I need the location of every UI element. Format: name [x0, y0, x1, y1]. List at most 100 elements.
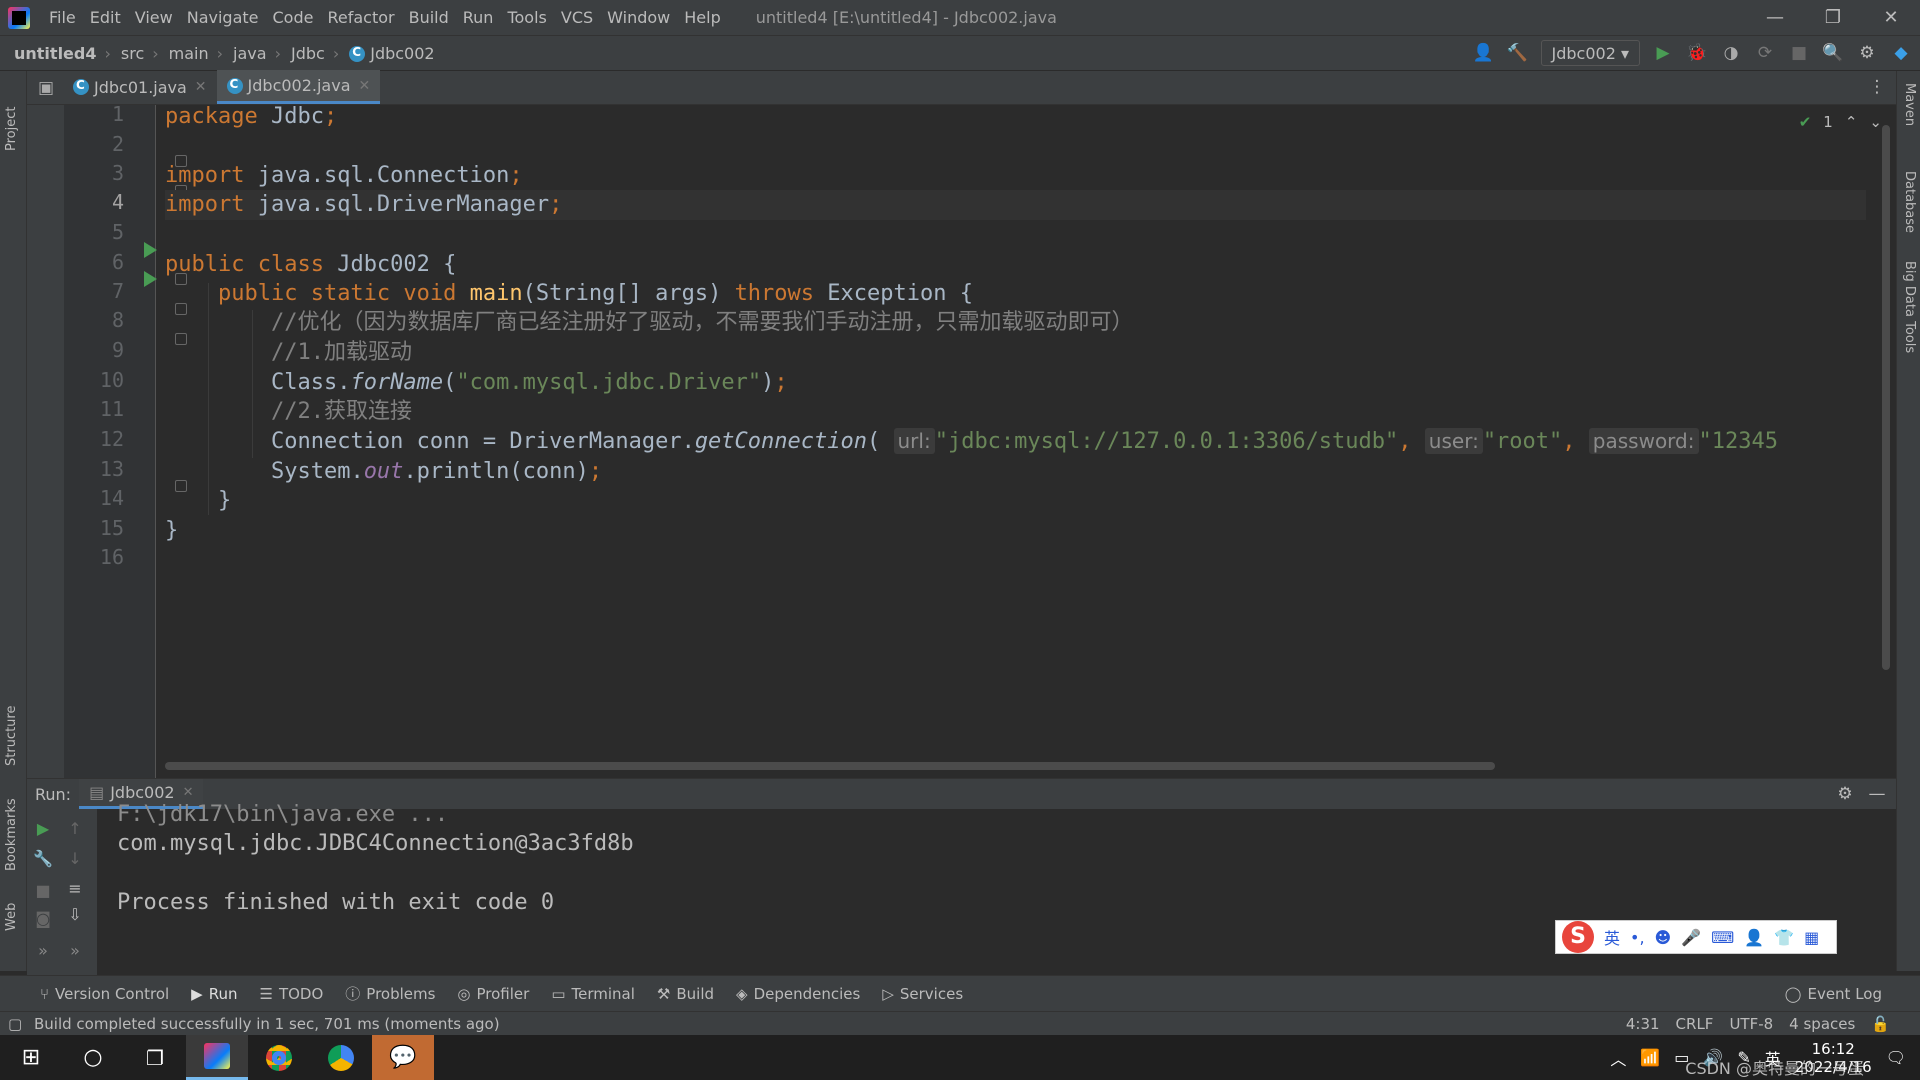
run-settings-gear-icon[interactable]: ⚙	[1834, 783, 1856, 805]
lock-icon[interactable]: 🔓	[1871, 1015, 1890, 1033]
big-data-tools-button[interactable]: Big Data Tools	[1902, 261, 1917, 353]
stop-icon[interactable]: ■	[1788, 42, 1810, 64]
menu-refactor[interactable]: Refactor	[320, 8, 401, 27]
menu-tools[interactable]: Tools	[500, 8, 553, 27]
chevron-down-icon[interactable]: ⌄	[1869, 113, 1882, 131]
menu-window[interactable]: Window	[600, 8, 677, 27]
bookmarks-tool-button[interactable]: Bookmarks	[4, 798, 19, 871]
taskbar-intellij[interactable]	[186, 1035, 248, 1080]
vertical-scrollbar[interactable]	[1882, 125, 1890, 670]
minimize-button[interactable]: —	[1746, 0, 1804, 35]
tab-jdbc01[interactable]: Jdbc01.java ✕	[63, 70, 217, 104]
maven-tool-button[interactable]: Maven	[1902, 83, 1917, 126]
tray-chevron-up-icon[interactable]: ︿	[1610, 1046, 1626, 1070]
run-configuration-select[interactable]: Jdbc002 ▾	[1540, 40, 1640, 66]
soft-wrap-icon[interactable]: ≡	[65, 879, 85, 899]
ime-language[interactable]: 英	[1604, 925, 1620, 949]
hide-panel-icon[interactable]: —	[1866, 783, 1888, 805]
menu-navigate[interactable]: Navigate	[180, 8, 266, 27]
scroll-down-icon[interactable]: ↓	[65, 849, 85, 869]
breadcrumb-project[interactable]: untitled4	[0, 44, 100, 63]
microphone-icon[interactable]: 🎤	[1681, 928, 1701, 947]
structure-tool-button[interactable]: Structure	[4, 706, 19, 766]
debug-icon[interactable]: 🐞	[1686, 42, 1708, 64]
menu-run[interactable]: Run	[456, 8, 501, 27]
run-class-icon[interactable]	[144, 242, 157, 258]
services-button[interactable]: ▷ Services	[882, 985, 963, 1003]
close-window-button[interactable]: ✕	[1862, 0, 1920, 35]
taskbar-wechat[interactable]: 💬	[372, 1035, 434, 1080]
breadcrumb-class[interactable]: Jdbc002	[339, 44, 438, 63]
toolbox-icon[interactable]: ◆	[1890, 42, 1912, 64]
chevron-up-icon[interactable]: ⌃	[1845, 113, 1858, 131]
notification-icon[interactable]: 🗨	[1886, 1048, 1906, 1067]
caret-position[interactable]: 4:31	[1626, 1015, 1660, 1033]
user-icon[interactable]: 👤	[1744, 928, 1764, 947]
version-control-button[interactable]: ⑂ Version Control	[40, 985, 169, 1003]
taskbar-chrome[interactable]	[248, 1035, 310, 1080]
todo-button[interactable]: ☰ TODO	[259, 985, 323, 1003]
restore-button[interactable]: ❐	[1804, 0, 1862, 35]
profile-icon[interactable]: ⟳	[1754, 42, 1776, 64]
keyboard-icon[interactable]: ⌨	[1711, 928, 1734, 947]
run-main-icon[interactable]	[144, 271, 157, 287]
breadcrumb-java[interactable]: java	[223, 44, 271, 63]
menu-edit[interactable]: Edit	[83, 8, 128, 27]
search-button[interactable]: ○	[62, 1035, 124, 1080]
settings-gear-icon[interactable]: ⚙	[1856, 42, 1878, 64]
menu-view[interactable]: View	[128, 8, 180, 27]
breadcrumb-jdbc[interactable]: Jdbc	[281, 44, 329, 63]
menu-vcs[interactable]: VCS	[554, 8, 600, 27]
stop-icon[interactable]: ■	[33, 881, 53, 901]
dependencies-button[interactable]: ◈ Dependencies	[736, 985, 860, 1003]
problems-button[interactable]: ⓘ Problems	[345, 983, 435, 1004]
project-tool-button[interactable]: Project	[4, 107, 19, 151]
line-separator[interactable]: CRLF	[1676, 1015, 1714, 1033]
web-tool-button[interactable]: Web	[4, 903, 19, 931]
menu-build[interactable]: Build	[402, 8, 456, 27]
punctuation-icon[interactable]: •,	[1630, 928, 1645, 947]
terminal-button[interactable]: ▭ Terminal	[551, 985, 635, 1003]
project-view-icon[interactable]: ▣	[35, 77, 57, 99]
menu-help[interactable]: Help	[677, 8, 727, 27]
horizontal-scrollbar[interactable]	[165, 762, 1495, 770]
search-icon[interactable]: 🔍	[1822, 42, 1844, 64]
status-toggle-icon[interactable]: ▢	[8, 1015, 22, 1033]
more-icon[interactable]: »	[33, 941, 53, 961]
wrench-icon[interactable]: 🔧	[33, 849, 53, 869]
profiler-button[interactable]: ◎ Profiler	[457, 985, 529, 1003]
scroll-to-end-icon[interactable]: ⇩	[65, 905, 85, 925]
file-encoding[interactable]: UTF-8	[1729, 1015, 1773, 1033]
task-view-button[interactable]: ❐	[124, 1035, 186, 1080]
close-tab-icon[interactable]: ✕	[359, 78, 371, 94]
inspection-widget[interactable]: ✔ 1 ⌃ ⌄	[1799, 113, 1882, 131]
database-tool-button[interactable]: Database	[1902, 171, 1917, 233]
breadcrumb-main[interactable]: main	[159, 44, 213, 63]
camera-icon[interactable]: ◙	[33, 909, 53, 929]
menu-code[interactable]: Code	[266, 8, 321, 27]
tab-jdbc002[interactable]: Jdbc002.java ✕	[216, 70, 381, 104]
start-button[interactable]: ⊞	[0, 1035, 62, 1080]
close-tab-icon[interactable]: ✕	[183, 785, 194, 800]
more-icon[interactable]: »	[65, 941, 85, 961]
coverage-icon[interactable]: ◑	[1720, 42, 1742, 64]
skin-shirt-icon[interactable]: 👕	[1774, 928, 1794, 947]
taskbar-chrome-2[interactable]	[310, 1035, 372, 1080]
ime-toolbar[interactable]: S 英 •, ☻ 🎤 ⌨ 👤 👕 ▦	[1555, 920, 1837, 954]
code-editor[interactable]: 1 2 3 4 5 6 7 8 9 10 11 12 13 14 15 16 p…	[27, 102, 1896, 778]
run-tool-button[interactable]: ▶ Run	[191, 985, 237, 1003]
build-button[interactable]: ⚒ Build	[657, 985, 714, 1003]
user-icon[interactable]: 👤	[1473, 42, 1495, 64]
indent-setting[interactable]: 4 spaces	[1789, 1015, 1855, 1033]
close-tab-icon[interactable]: ✕	[195, 79, 207, 95]
more-tabs-icon[interactable]: ⋮	[1866, 76, 1888, 98]
rerun-icon[interactable]: ▶	[33, 819, 53, 839]
scroll-up-icon[interactable]: ↑	[65, 819, 85, 839]
network-icon[interactable]: 📶	[1640, 1048, 1660, 1067]
apps-grid-icon[interactable]: ▦	[1804, 928, 1819, 947]
menu-file[interactable]: File	[42, 8, 83, 27]
emoji-icon[interactable]: ☻	[1655, 928, 1672, 947]
run-icon[interactable]: ▶	[1652, 42, 1674, 64]
breadcrumb-src[interactable]: src	[111, 44, 148, 63]
code-area[interactable]: package Jdbc; import java.sql.Connection…	[165, 105, 1866, 778]
